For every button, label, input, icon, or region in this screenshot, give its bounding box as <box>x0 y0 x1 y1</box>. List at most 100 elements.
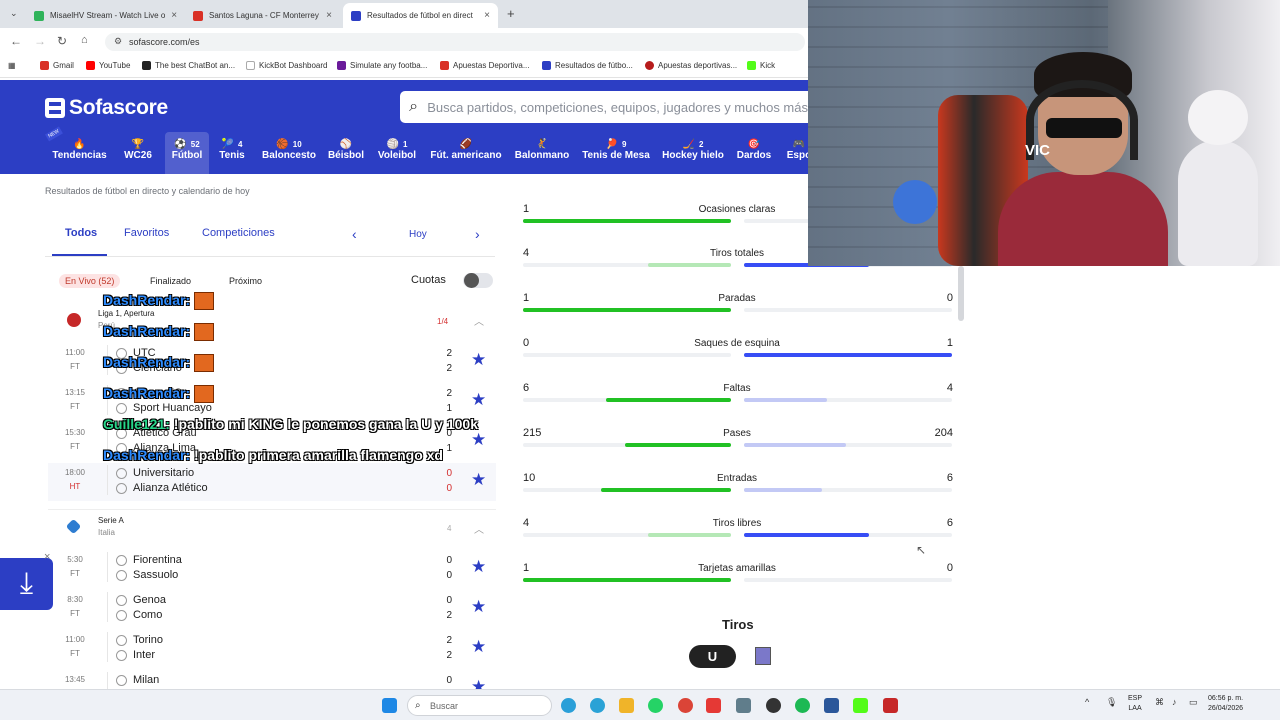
date-prev-chevron-icon[interactable]: ‹ <box>352 226 357 242</box>
reload-icon[interactable]: ↻ <box>57 34 67 48</box>
favorite-star-icon[interactable]: ★ <box>471 637 486 657</box>
download-app-button[interactable]: ⤓ <box>0 558 53 610</box>
edge-icon[interactable] <box>561 698 576 713</box>
away-team-crest-icon[interactable] <box>755 647 771 665</box>
favorite-star-icon[interactable]: ★ <box>471 470 486 490</box>
sport-tab-hockey-hielo[interactable]: 🏒 2 Hockey hielo <box>661 132 725 174</box>
teddy-bear <box>1178 80 1258 266</box>
favorite-star-icon[interactable]: ★ <box>471 557 486 577</box>
obs-icon[interactable] <box>766 698 781 713</box>
browser-tab-1[interactable]: MisaelHV Stream - Watch Live o × <box>26 3 181 28</box>
match-row[interactable]: Torino Inter <box>116 633 163 663</box>
close-tab-icon[interactable]: × <box>484 10 490 21</box>
bookmark-chatbot[interactable]: The best ChatBot an... <box>142 61 235 70</box>
team-name: Fiorentina <box>133 554 182 566</box>
filter-proximo[interactable]: Próximo <box>223 274 268 288</box>
windows-start-icon[interactable] <box>382 698 397 713</box>
site-info-icon[interactable]: ⚙ <box>114 36 122 47</box>
bookmark-youtube[interactable]: YouTube <box>86 61 130 70</box>
microphone-icon[interactable]: 🎙 <box>1106 697 1117 708</box>
tab-list-chevron-icon[interactable]: ⌄ <box>10 8 18 19</box>
favorite-star-icon[interactable]: ★ <box>471 350 486 370</box>
league-name: Liga 1, Apertura <box>98 309 155 318</box>
bookmark-kick[interactable]: Kick <box>747 61 775 70</box>
sport-tab-voleibol[interactable]: 🏐 1 Voleibol <box>376 132 418 174</box>
sports-nav: 🔥 Tendencias 🏆 WC26 ⚽ 52 Fútbol 🎾 4 Tenis 🏀 10 Balon… <box>0 126 811 174</box>
volume-icon[interactable]: ♪ <box>1172 697 1177 707</box>
battery-icon[interactable]: ▭ <box>1189 697 1198 708</box>
bookmark-gmail[interactable]: Gmail <box>40 61 74 70</box>
favorite-star-icon[interactable]: ★ <box>471 390 486 410</box>
sport-tab-b-isbol[interactable]: ⚾ Béisbol <box>326 132 366 174</box>
favorite-star-icon[interactable]: ★ <box>471 597 486 617</box>
app-t-icon[interactable] <box>706 698 721 713</box>
team-name: Sassuolo <box>133 569 179 581</box>
spotify-icon[interactable] <box>795 698 810 713</box>
team-crest-icon <box>116 675 127 686</box>
taskbar-search[interactable]: ⌕ Buscar <box>407 695 552 716</box>
bookmark-simulate[interactable]: Simulate any footba... <box>337 61 427 70</box>
tab-todos[interactable]: Todos <box>65 227 97 239</box>
search-input[interactable]: ⌕ Busca partidos, competiciones, equipos… <box>400 91 808 123</box>
sport-tab-balonmano[interactable]: 🤾 Balonmano <box>512 132 572 174</box>
match-row[interactable]: Milan <box>116 673 159 688</box>
date-next-chevron-icon[interactable]: › <box>475 226 480 242</box>
telegram-icon[interactable] <box>590 698 605 713</box>
kick-app-icon[interactable] <box>853 698 868 713</box>
tab-competiciones[interactable]: Competiciones <box>202 227 275 239</box>
input-language[interactable]: ESP LAA <box>1128 694 1142 714</box>
sport-tab-f-tbol[interactable]: ⚽ 52 Fútbol <box>165 132 209 174</box>
whatsapp-icon[interactable] <box>648 698 663 713</box>
chrome-icon[interactable] <box>678 698 693 713</box>
forward-arrow-icon[interactable]: → <box>34 34 46 48</box>
sport-tab-tendencias[interactable]: 🔥 Tendencias <box>52 132 107 174</box>
match-row[interactable]: Universitario Alianza Atlético <box>116 466 208 496</box>
sport-label: Béisbol <box>327 150 365 161</box>
home-team-toggle[interactable]: U <box>689 645 736 668</box>
match-time: 18:00 HT <box>55 466 95 494</box>
chevron-up-icon[interactable]: ︿ <box>474 521 484 536</box>
stat-away-fill <box>744 488 822 492</box>
sofascore-logo[interactable]: Sofascore <box>45 96 168 120</box>
match-row[interactable]: Genoa Como <box>116 593 166 623</box>
system-clock[interactable]: 06:56 p. m. 26/04/2026 <box>1208 694 1243 714</box>
sport-tab-dardos[interactable]: 🎯 Dardos <box>734 132 774 174</box>
sport-tab-baloncesto[interactable]: 🏀 10 Baloncesto <box>259 132 319 174</box>
favorite-star-icon[interactable]: ★ <box>471 430 486 450</box>
file-explorer-icon[interactable] <box>619 698 634 713</box>
network-icon[interactable]: ⌘ <box>1155 697 1164 708</box>
browser-tab-3-active[interactable]: Resultados de fútbol en direct × <box>343 3 498 28</box>
league-header-serie-a[interactable]: Serie A Italia <box>98 516 124 537</box>
apps-grid-icon[interactable]: ▦ <box>8 61 16 70</box>
sport-tab-wc26[interactable]: 🏆 WC26 <box>117 132 159 174</box>
word-icon[interactable] <box>824 698 839 713</box>
match-row[interactable]: Fiorentina Sassuolo <box>116 553 182 583</box>
bookmark-apuestas-deportivas[interactable]: Apuestas deportivas... <box>645 61 737 70</box>
new-tab-button[interactable]: + <box>507 6 515 21</box>
home-icon[interactable]: ⌂ <box>81 34 88 46</box>
kickoff-time: 15:30 <box>64 428 86 437</box>
bookmark-resultados[interactable]: Resultados de fútbo... <box>542 61 633 70</box>
close-tab-icon[interactable]: × <box>326 10 332 21</box>
back-arrow-icon[interactable]: ← <box>10 34 22 48</box>
url-field[interactable]: ⚙ sofascore.com/es <box>105 33 805 51</box>
odds-toggle[interactable] <box>463 273 493 288</box>
bookmark-apuestas[interactable]: Apuestas Deportiva... <box>440 61 529 70</box>
sport-tab-tenis-de-mesa[interactable]: 🏓 9 Tenis de Mesa <box>580 132 652 174</box>
date-label[interactable]: Hoy <box>409 229 427 240</box>
bookmark-kickbot[interactable]: KickBot Dashboard <box>246 61 327 70</box>
tray-chevron-icon[interactable]: ^ <box>1085 697 1089 707</box>
browser-tab-2[interactable]: Santos Laguna - CF Monterrey × <box>185 3 340 28</box>
filter-en-vivo[interactable]: En Vivo (52) <box>59 274 121 288</box>
sport-tab-f-t-americano[interactable]: 🏈 Fút. americano <box>428 132 504 174</box>
calculator-icon[interactable] <box>736 698 751 713</box>
app-tools-icon[interactable] <box>883 698 898 713</box>
close-tab-icon[interactable]: × <box>171 10 177 21</box>
tab-favoritos[interactable]: Favoritos <box>124 227 169 239</box>
sport-label: Tenis <box>219 150 245 161</box>
chevron-up-icon[interactable]: ︿ <box>474 313 484 328</box>
close-download-icon[interactable]: × <box>44 551 50 563</box>
filter-finalizado[interactable]: Finalizado <box>144 274 197 288</box>
scrollbar-thumb[interactable] <box>958 266 964 321</box>
sport-tab-tenis[interactable]: 🎾 4 Tenis <box>216 132 248 174</box>
